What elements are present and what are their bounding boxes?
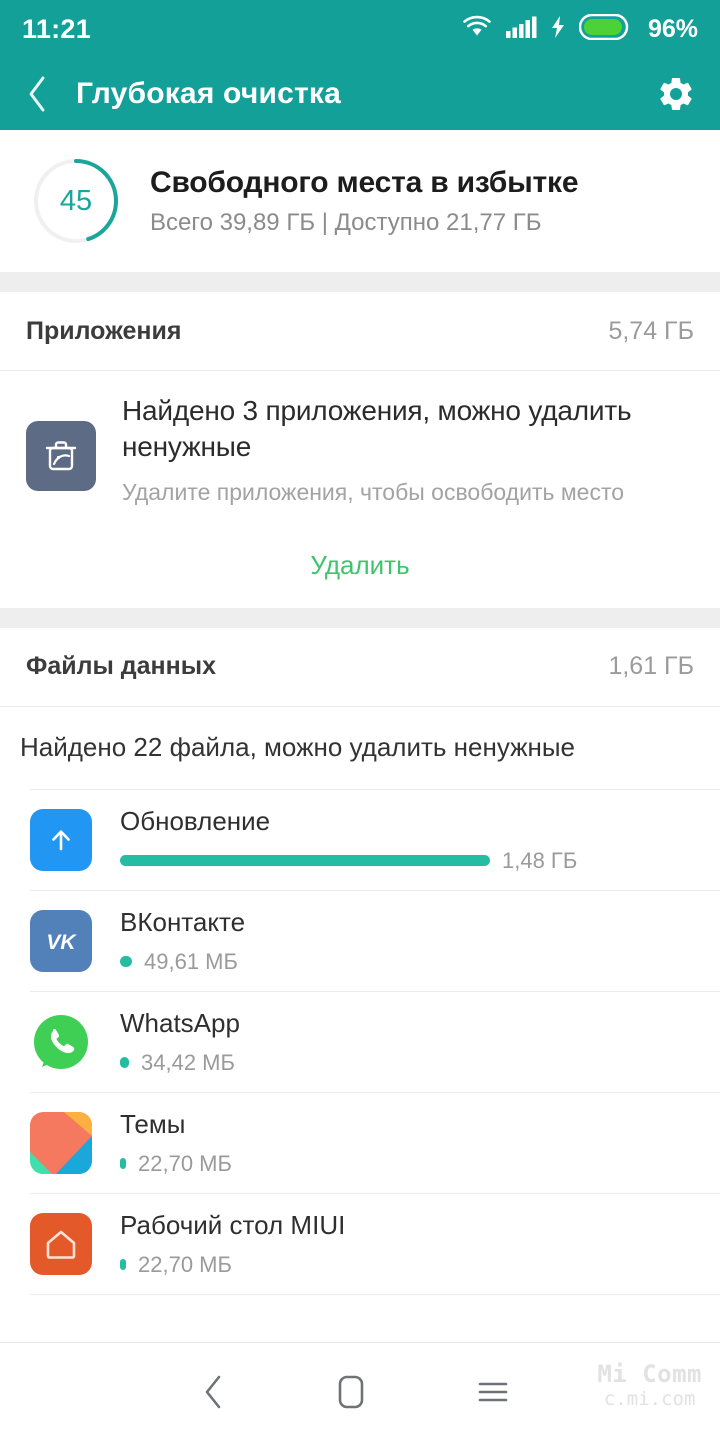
status-bar-indicators: 96% (462, 13, 698, 45)
list-item[interactable]: Темы 22,70 МБ (0, 1092, 720, 1193)
watermark-line-2: c.mi.com (603, 1387, 696, 1410)
storage-summary: 45 Свободного места в избытке Всего 39,8… (0, 130, 720, 272)
list-item-name: WhatsApp (120, 1007, 240, 1038)
usage-bar (120, 855, 490, 867)
home-square-icon (338, 1375, 364, 1408)
themes-icon (30, 1111, 92, 1174)
list-item-size: 1,48 ГБ (502, 847, 578, 873)
status-bar-clock: 11:21 (22, 13, 92, 44)
nav-menu-button[interactable] (476, 1377, 510, 1407)
chevron-left-icon (205, 1375, 221, 1408)
list-item-name: Рабочий стол MIUI (120, 1209, 346, 1240)
apps-card-title: Найдено 3 приложения, можно удалить нену… (122, 395, 632, 462)
list-item-size: 22,70 МБ (138, 1251, 232, 1277)
apps-section-size: 5,74 ГБ (608, 316, 694, 345)
settings-button[interactable] (656, 74, 696, 114)
usage-bar (120, 1259, 126, 1271)
status-bar: 11:21 96% (0, 0, 720, 58)
section-divider (0, 607, 720, 628)
nav-back-button[interactable] (200, 1372, 226, 1412)
hamburger-menu-icon (478, 1382, 508, 1401)
system-navigation-bar: Mi Comm c.mi.com (0, 1342, 720, 1440)
gear-icon (660, 77, 692, 111)
storage-score-ring: 45 (30, 155, 122, 247)
files-found-label: Найдено 22 файла, можно удалить ненужные (0, 706, 720, 789)
page-title: Глубокая очистка (76, 77, 341, 110)
apps-card-subtitle: Удалите приложения, чтобы освободить мес… (122, 478, 625, 505)
charging-bolt-icon (550, 15, 566, 44)
miui-home-icon (30, 1212, 92, 1275)
section-divider (0, 272, 720, 292)
app-bar: Глубокая очистка (0, 58, 720, 130)
list-item-size: 49,61 МБ (144, 948, 238, 974)
usage-bar (120, 1158, 126, 1170)
storage-score-value: 45 (59, 184, 93, 217)
nav-home-button[interactable] (336, 1373, 366, 1411)
storage-capacity-label: Всего 39,89 ГБ | Доступно 21,77 ГБ (150, 208, 542, 236)
apps-section-title: Приложения (26, 316, 182, 345)
usage-bar (120, 1057, 129, 1069)
list-item-size: 22,70 МБ (138, 1150, 232, 1176)
watermark-line-1: Mi Comm (597, 1360, 702, 1388)
list-item[interactable]: WhatsApp 34,42 МБ (0, 991, 720, 1092)
list-item-name: Темы (120, 1108, 186, 1139)
list-item-name: ВКонтакте (120, 906, 246, 937)
battery-icon (578, 13, 631, 45)
trash-bin-icon (26, 421, 96, 491)
list-item[interactable]: VK ВКонтакте 49,61 МБ (0, 890, 720, 991)
vk-icon: VK (30, 909, 92, 972)
chevron-left-icon (29, 76, 45, 112)
apps-suggestion-card[interactable]: Найдено 3 приложения, можно удалить нену… (0, 371, 720, 524)
files-section-title: Файлы данных (26, 652, 217, 681)
battery-percent-label: 96% (647, 14, 698, 43)
usage-bar (120, 956, 132, 968)
files-section-size: 1,61 ГБ (608, 652, 694, 681)
whatsapp-icon (30, 1011, 92, 1073)
upload-arrow-icon (30, 808, 92, 871)
list-item-size: 34,42 МБ (141, 1049, 235, 1075)
list-item-name: Обновление (120, 805, 271, 836)
wifi-icon (462, 15, 492, 44)
storage-status-title: Свободного места в избытке (150, 165, 579, 199)
delete-apps-button[interactable]: Удалить (0, 523, 720, 608)
list-item[interactable]: Обновление 1,48 ГБ (0, 789, 720, 890)
apps-section-header: Приложения 5,74 ГБ (0, 292, 720, 370)
list-item[interactable]: Рабочий стол MIUI 22,70 МБ (0, 1193, 720, 1294)
watermark: Mi Comm c.mi.com (597, 1360, 702, 1410)
files-section-header: Файлы данных 1,61 ГБ (0, 627, 720, 706)
svg-text:VK: VK (46, 931, 77, 954)
cellular-signal-icon (505, 15, 537, 44)
back-button[interactable] (26, 71, 60, 117)
